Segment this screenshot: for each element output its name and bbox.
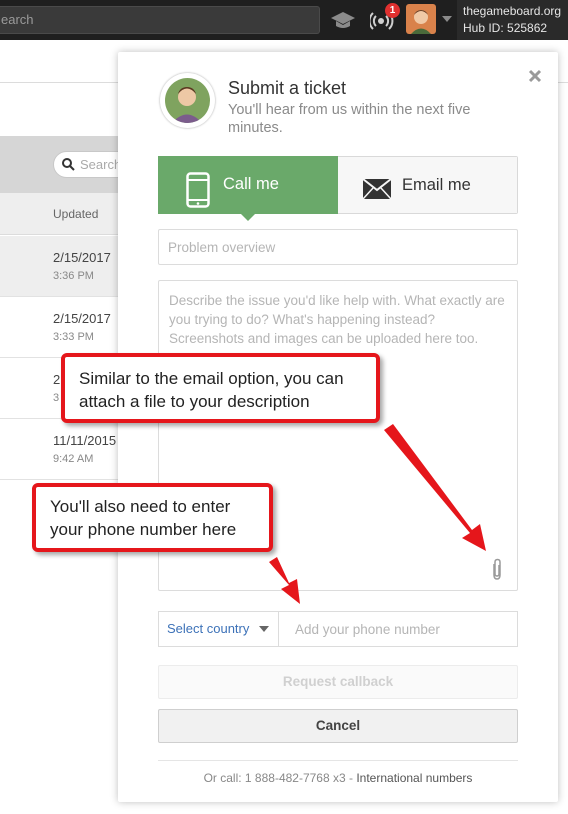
hub-id: Hub ID: 525862	[463, 21, 548, 35]
row-date: 2/15/2017	[53, 250, 111, 265]
envelope-icon	[362, 178, 392, 200]
chevron-down-icon[interactable]	[259, 626, 269, 632]
table-row[interactable]: 2/15/2017 3:36 PM	[0, 236, 130, 297]
global-search-input[interactable]: earch	[0, 6, 320, 34]
panel-title: Submit a ticket	[228, 78, 347, 98]
row-time: 3	[53, 392, 60, 404]
footer-phone-text: Or call: 1 888-482-7768 x3 -	[203, 771, 353, 785]
table-row[interactable]: 11/11/2015 9:42 AM	[0, 419, 130, 480]
panel-subtitle: You'll hear from us within the next five…	[228, 102, 471, 136]
support-agent-avatar	[165, 78, 210, 123]
row-date: 2	[53, 372, 61, 387]
column-header-updated[interactable]: Updated	[53, 207, 98, 221]
row-time: 3:36 PM	[53, 270, 94, 282]
callout-phone-number: You'll also need to enter your phone num…	[32, 483, 273, 552]
phone-number-input[interactable]	[278, 611, 518, 647]
row-date: 11/11/2015	[53, 433, 117, 448]
request-callback-button[interactable]: Request callback	[158, 665, 518, 699]
row-time: 3:33 PM	[53, 331, 94, 343]
user-avatar[interactable]	[406, 4, 436, 34]
paperclip-attach-icon[interactable]	[490, 558, 504, 582]
mobile-phone-icon	[186, 172, 210, 208]
table-row[interactable]: 2/15/2017 3:33 PM	[0, 297, 130, 358]
hub-domain: thegameboard.org	[463, 4, 562, 18]
row-time: 9:42 AM	[53, 453, 94, 465]
footer-phone-info: Or call: 1 888-482-7768 x3 - Internation…	[158, 771, 518, 785]
problem-overview-input[interactable]	[158, 229, 518, 265]
cancel-button[interactable]: Cancel	[158, 709, 518, 743]
graduation-cap-icon[interactable]	[330, 10, 356, 30]
row-date: 2/15/2017	[53, 311, 111, 326]
active-tab-pointer	[240, 213, 256, 221]
search-icon	[62, 158, 75, 171]
tab-call-me[interactable]: Call me	[158, 156, 338, 214]
account-menu-caret-icon[interactable]	[442, 16, 452, 22]
tab-call-me-label: Call me	[223, 175, 279, 193]
footer-divider	[158, 760, 518, 761]
hub-info[interactable]: thegameboard.org Hub ID: 525862	[457, 0, 568, 40]
international-numbers-link[interactable]: International numbers	[356, 771, 472, 785]
tab-email-me-label: Email me	[402, 176, 471, 194]
notification-count-badge[interactable]: 1	[385, 3, 400, 18]
callout-attach-file: Similar to the email option, you can att…	[61, 353, 380, 423]
close-icon[interactable]	[527, 68, 543, 84]
